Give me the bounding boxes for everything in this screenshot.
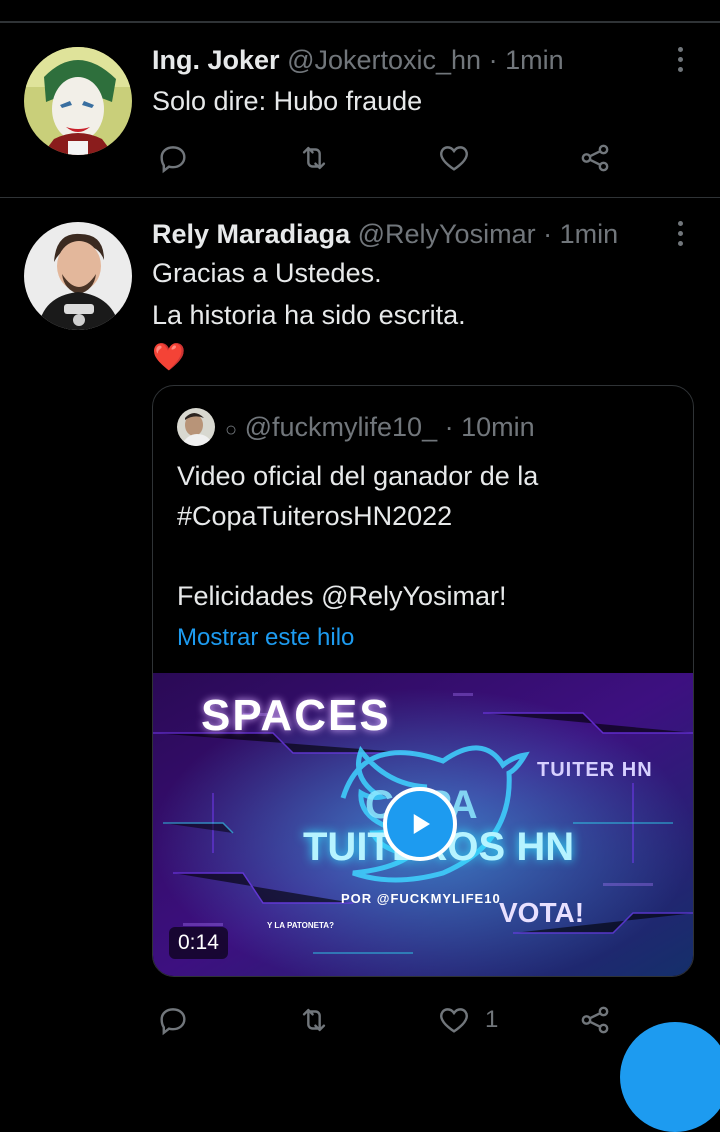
avatar[interactable] [177, 408, 215, 446]
video-credit: POR @FUCKMYLIFE10 [341, 891, 501, 906]
quoted-text-line: #CopaTuiterosHN2022 [177, 501, 453, 531]
quoted-text-line [177, 536, 677, 576]
heart-icon [440, 146, 468, 171]
reply-icon [160, 1008, 186, 1036]
more-vertical-icon[interactable] [675, 221, 685, 249]
tweet-header: Rely Maradiaga @RelyYosimar · 1min [152, 217, 618, 251]
tweet-text: Solo dire: Hubo fraude [152, 86, 423, 116]
reply-button[interactable] [156, 1000, 190, 1040]
retweet-icon [302, 146, 326, 170]
video-title: SPACES [201, 691, 391, 740]
tweet-text-line: Gracias a Ustedes. [152, 258, 382, 288]
tweet-text-line: La historia ha sido escrita. [152, 300, 466, 330]
handle[interactable]: @RelyYosimar [358, 219, 536, 249]
separator: · [481, 45, 506, 75]
show-thread-link[interactable]: Mostrar este hilo [177, 622, 354, 654]
reply-icon [160, 146, 186, 174]
quoted-text-line: Felicidades @RelyYosimar! [177, 581, 507, 611]
retweet-icon [302, 1008, 326, 1032]
quoted-tweet[interactable]: ○ @fuckmylife10_ · 10min Video oficial d… [152, 385, 694, 977]
like-button[interactable] [437, 138, 471, 178]
retweet-button[interactable] [297, 138, 331, 178]
avatar[interactable] [24, 222, 132, 330]
tweet-divider [0, 197, 720, 198]
separator: · [437, 412, 462, 442]
tweet-text: Gracias a Ustedes. La historia ha sido e… [152, 252, 466, 378]
like-button[interactable]: 1 [437, 1000, 498, 1040]
heart-emoji: ❤️ [152, 342, 186, 372]
video-side-label: TUITER HN [537, 759, 653, 781]
timestamp[interactable]: 10min [461, 412, 535, 442]
quoted-tweet-text: Video oficial del ganador de la #CopaTui… [177, 456, 677, 616]
quoted-tweet-header: ○ @fuckmylife10_ · 10min [225, 410, 535, 447]
share-button[interactable] [578, 138, 612, 178]
share-icon [581, 144, 609, 172]
verified-badge: ○ [225, 419, 238, 441]
heart-icon [440, 1008, 468, 1033]
timestamp[interactable]: 1min [560, 219, 619, 249]
tweet-actions [0, 138, 720, 178]
reply-button[interactable] [156, 138, 190, 178]
timestamp[interactable]: 1min [505, 45, 564, 75]
display-name[interactable]: Rely Maradiaga [152, 219, 350, 249]
handle[interactable]: @fuckmylife10_ [245, 412, 437, 442]
share-button[interactable] [578, 1000, 612, 1040]
quoted-text-line: Video oficial del ganador de la [177, 461, 539, 491]
play-button[interactable] [383, 787, 457, 861]
video-player[interactable]: SPACES TUITER HN COPA TUITEROS HN POR @F… [153, 673, 693, 976]
display-name[interactable]: Ing. Joker [152, 45, 280, 75]
share-icon [581, 1006, 609, 1034]
tweet-header: Ing. Joker @Jokertoxic_hn · 1min [152, 43, 564, 77]
video-small-credit: Y LA PATONETA? [267, 921, 334, 930]
top-divider [0, 21, 720, 23]
video-vote: VOTA! [499, 897, 585, 928]
tweet-actions: 1 [0, 1000, 720, 1040]
video-duration: 0:14 [169, 927, 228, 959]
handle[interactable]: @Jokertoxic_hn [287, 45, 481, 75]
more-vertical-icon[interactable] [675, 47, 685, 75]
like-count: 1 [485, 1006, 499, 1033]
compose-button[interactable] [620, 1022, 720, 1132]
separator: · [535, 219, 560, 249]
retweet-button[interactable] [297, 1000, 331, 1040]
play-icon [413, 814, 430, 834]
